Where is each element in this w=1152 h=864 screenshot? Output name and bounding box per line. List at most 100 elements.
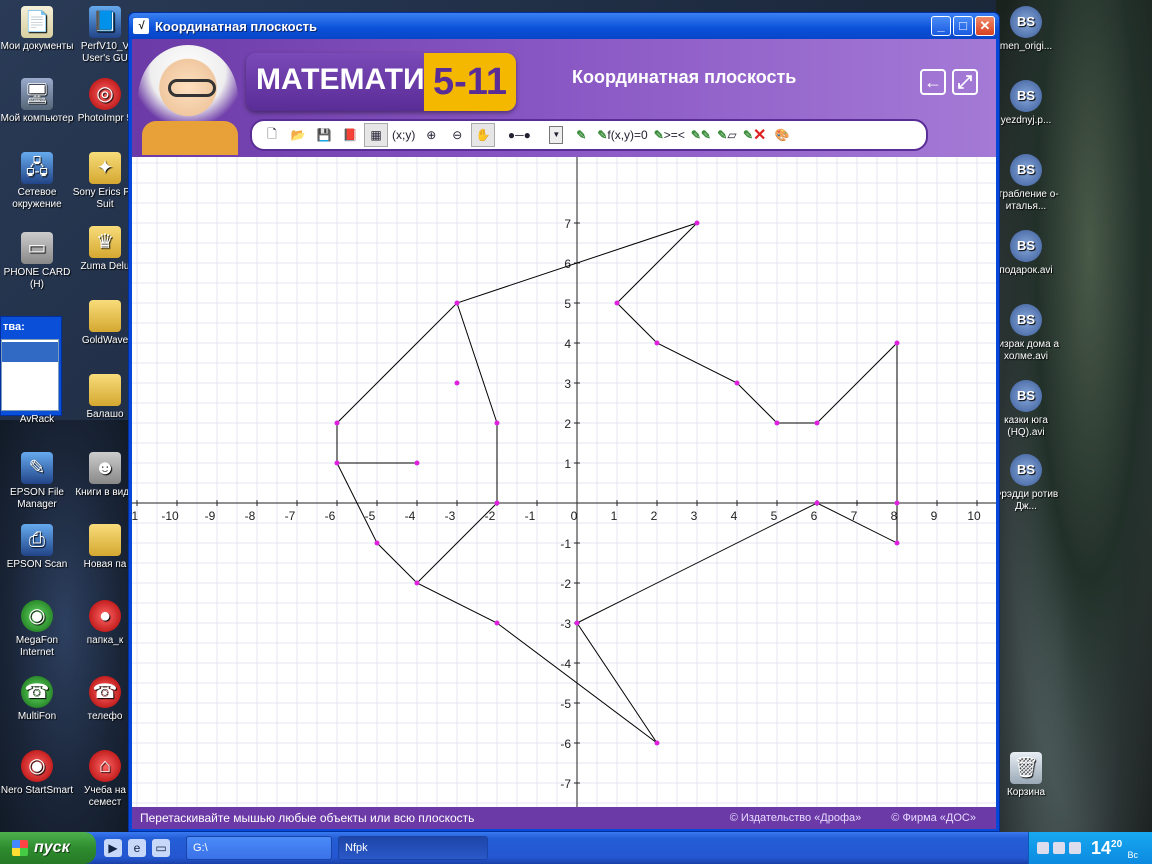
bsplayer-icon: BS	[1010, 154, 1042, 186]
window-title: Координатная плоскость	[155, 18, 318, 34]
desktop-icon-label: ограбление о-италья...	[993, 189, 1059, 212]
zoom-out-icon[interactable]: ⊖	[445, 123, 469, 147]
desktop-icon[interactable]: ▭ PHONE CARD (H)	[0, 232, 74, 291]
side-dialog[interactable]: тва:	[0, 316, 62, 416]
data-point	[654, 740, 660, 746]
desktop-icon-label: Фрэдди ротив Дж...	[993, 489, 1059, 512]
taskbar-task[interactable]: Nfpk	[338, 836, 488, 860]
multifon-icon: ☎	[21, 676, 53, 708]
desktop-icon-label: GoldWave	[81, 335, 129, 346]
side-dialog-list[interactable]	[1, 339, 59, 411]
header-banner: МАТЕМАТИКА 5-11 Координатная плоскость ←…	[132, 39, 996, 157]
module-title: Координатная плоскость	[572, 67, 797, 87]
side-dialog-selected[interactable]	[2, 342, 58, 362]
desktop-icon-label: Балашо	[86, 409, 124, 420]
y-tick-label: 1	[564, 457, 571, 471]
folder-icon	[89, 524, 121, 556]
school-icon: ⌂	[89, 750, 121, 782]
delete-icon[interactable]: ✎ ✕	[741, 123, 768, 147]
segment-dropdown[interactable]: ▼	[543, 123, 567, 147]
data-point	[454, 300, 460, 306]
taskbar-task[interactable]: G:\	[186, 836, 332, 860]
app-icon: √	[133, 18, 149, 34]
desktop-icon[interactable]: 📄 Мои документы	[0, 6, 74, 53]
coordinates-toggle[interactable]: (x;y)	[390, 123, 417, 147]
x-tick-label: 9	[931, 509, 938, 523]
zuma-icon: ♛	[89, 226, 121, 258]
y-tick-label: -6	[560, 737, 571, 751]
x-tick-label: -7	[285, 509, 296, 523]
eraser-icon[interactable]: ✎ ▱	[715, 123, 739, 147]
new-file-icon[interactable]: 🗋	[260, 123, 284, 147]
desktop-icon-label: Nero StartSmart	[0, 785, 74, 796]
data-point	[414, 580, 420, 586]
inequality-tool[interactable]: ✎ >=<	[652, 123, 687, 147]
status-bar: Перетаскивайте мышью любые объекты или в…	[132, 807, 996, 829]
desktop-icon-label: MultiFon	[17, 711, 57, 722]
tray-icon[interactable]	[1037, 842, 1049, 854]
clock-day: Вс	[1127, 850, 1138, 860]
desktop-icon-label: EPSON Scan	[6, 559, 68, 570]
professor-coat	[142, 121, 238, 155]
back-button[interactable]: ←	[920, 69, 946, 95]
bsplayer-icon: BS	[1010, 454, 1042, 486]
add-point-icon[interactable]: ✎	[569, 123, 593, 147]
palette-icon[interactable]: 🎨	[770, 123, 794, 147]
data-point	[894, 540, 900, 546]
desktop-icon[interactable]: ◉ Nero StartSmart	[0, 750, 74, 797]
data-point	[414, 460, 420, 466]
desktop-icon[interactable]: ☎ MultiFon	[0, 676, 74, 723]
start-button[interactable]: пуск	[0, 832, 96, 864]
hand-pan-icon[interactable]: ✋	[471, 123, 496, 147]
clock[interactable]: 1420	[1091, 838, 1122, 859]
desktop-icon[interactable]: 🖧 Сетевое окружение	[0, 152, 74, 211]
coordinate-plane[interactable]: -11-10-9-8-7-6-5-4-3-2-1012345678910-8-7…	[132, 157, 996, 807]
book-icon[interactable]: 📕	[338, 123, 362, 147]
desktop-icon[interactable]: ⎙ EPSON Scan	[0, 524, 74, 571]
segment-tool-icon[interactable]: ●─●	[497, 123, 541, 147]
clock-minutes: 20	[1111, 838, 1123, 850]
desktop-icon-label: Учеба на семест	[84, 785, 126, 808]
tray-icon[interactable]	[1069, 842, 1081, 854]
chevron-down-icon[interactable]: ▼	[549, 126, 564, 144]
save-icon[interactable]: 💾	[312, 123, 336, 147]
zoom-in-icon[interactable]: ⊕	[419, 123, 443, 147]
desktop-icon-label: подарок.avi	[999, 265, 1053, 276]
desktop-icon-label: ризрак дома а холме.avi	[992, 339, 1060, 362]
data-point	[814, 420, 820, 426]
desktop-icon[interactable]: ◉ MegaFon Internet	[0, 600, 74, 659]
color-pen-icon[interactable]: ✎✎	[689, 123, 713, 147]
open-folder-icon[interactable]: 📂	[286, 123, 310, 147]
y-tick-label: 4	[564, 337, 571, 351]
tray-icon[interactable]	[1053, 842, 1065, 854]
grid-icon[interactable]: ▦	[364, 123, 388, 147]
desktop-icon[interactable]: 🖥 Мой компьютер	[0, 78, 74, 125]
y-tick-label: 7	[564, 217, 571, 231]
close-button[interactable]: ✕	[975, 16, 995, 36]
fullscreen-button[interactable]: ⤢	[952, 69, 978, 95]
photoimpression-icon: ◎	[89, 78, 121, 110]
bsplayer-icon: BS	[1010, 230, 1042, 262]
title-bar[interactable]: √ Координатная плоскость _ □ ✕	[129, 13, 999, 39]
show-desktop-icon[interactable]: ▭	[152, 839, 170, 857]
x-tick-label: 5	[771, 509, 778, 523]
minimize-button[interactable]: _	[931, 16, 951, 36]
media-player-icon[interactable]: ▶	[104, 839, 122, 857]
app-window[interactable]: √ Координатная плоскость _ □ ✕ МАТЕМАТИК…	[128, 12, 1000, 832]
desktop-icon[interactable]: ✎ EPSON File Manager	[0, 452, 74, 511]
x-tick-label: -3	[445, 509, 456, 523]
maximize-button[interactable]: □	[953, 16, 973, 36]
desktop-icon-label: казки юга (HQ).avi	[1004, 415, 1048, 438]
x-tick-label: 1	[611, 509, 618, 523]
desktop-icon-label: PerfV10_V User's GU	[80, 41, 130, 64]
function-tool[interactable]: ✎ f(x,y)=0	[595, 123, 649, 147]
x-tick-label: -4	[405, 509, 416, 523]
epson-scan-icon: ⎙	[21, 524, 53, 556]
y-tick-label: 6	[564, 257, 571, 271]
nero-icon: ◉	[21, 750, 53, 782]
data-point	[614, 300, 620, 306]
y-tick-label: -1	[560, 537, 571, 551]
megafon-icon: ◉	[21, 600, 53, 632]
ie-icon[interactable]: e	[128, 839, 146, 857]
desktop-icon-label: Новая па	[83, 559, 127, 570]
